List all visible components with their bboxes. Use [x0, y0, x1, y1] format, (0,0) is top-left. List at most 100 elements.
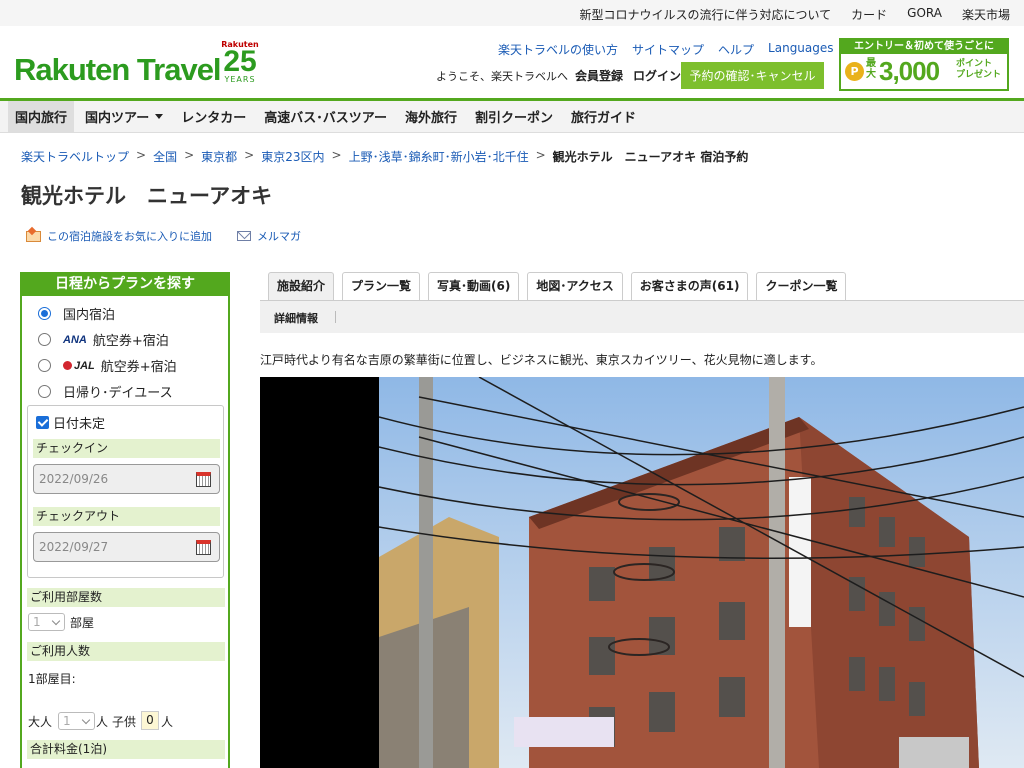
calendar-icon[interactable] — [196, 540, 211, 555]
nav-label: レンタカー — [181, 111, 247, 126]
radio-button[interactable] — [38, 359, 51, 372]
nav-highway-bus[interactable]: 高速バス･バスツアー — [257, 101, 394, 132]
promo-amount: 3,000 — [879, 56, 940, 86]
subtab-bar: 詳細情報 — [260, 301, 1024, 333]
nav-label: 割引クーポン — [475, 111, 554, 126]
gora-link[interactable]: GORA — [907, 6, 942, 23]
guests-label: ご利用人数 — [27, 642, 225, 661]
top-utility-bar: 新型コロナウイルスの流行に伴う対応について カード GORA 楽天市場 — [0, 0, 1024, 26]
help-link[interactable]: ヘルプ — [718, 41, 754, 58]
global-nav: 国内旅行 国内ツアー レンタカー 高速バス･バスツアー 海外旅行 割引クーポン … — [0, 98, 1024, 133]
breadcrumb-top[interactable]: 楽天トラベルトップ — [21, 148, 129, 165]
breadcrumb: 楽天トラベルトップ > 全国 > 東京都 > 東京23区内 > 上野･浅草･錦糸… — [21, 148, 748, 165]
hotel-photo[interactable] — [260, 377, 1024, 768]
nav-label: 国内旅行 — [15, 111, 68, 126]
plan-search-panel: 日程からプランを探す 国内宿泊 ANA 航空券+宿泊 JAL 航空券+宿泊 日帰… — [20, 272, 230, 768]
promo-unit-gift: プレゼント — [956, 70, 1002, 80]
breadcrumb-separator: > — [331, 148, 342, 162]
subtab-divider — [335, 311, 336, 323]
option-ana-flight-stay[interactable]: ANA 航空券+宿泊 — [38, 330, 169, 349]
header-links: 楽天トラベルの使い方 サイトマップ ヘルプ Languages — [498, 41, 847, 58]
point-coin-icon: P — [845, 62, 864, 81]
nav-rental-car[interactable]: レンタカー — [174, 101, 253, 132]
adult-value: 1 — [63, 714, 71, 728]
sitemap-link[interactable]: サイトマップ — [632, 41, 704, 58]
card-link[interactable]: カード — [851, 6, 887, 23]
login-link[interactable]: ログイン — [633, 67, 681, 84]
checkin-date-value: 2022/09/26 — [39, 472, 109, 486]
adult-select[interactable]: 1 — [58, 712, 95, 730]
nav-overseas-travel[interactable]: 海外旅行 — [398, 101, 464, 132]
tab-plan-list[interactable]: プラン一覧 — [342, 272, 421, 300]
radio-button[interactable] — [38, 307, 51, 320]
nav-domestic-travel[interactable]: 国内旅行 — [8, 101, 75, 132]
checkout-label: チェックアウト — [33, 507, 220, 526]
subtab-details[interactable]: 詳細情報 — [274, 310, 318, 326]
nav-domestic-tour[interactable]: 国内ツアー — [78, 101, 170, 132]
option-domestic-stay[interactable]: 国内宿泊 — [38, 304, 115, 323]
covid-notice-link[interactable]: 新型コロナウイルスの流行に伴う対応について — [580, 6, 832, 23]
option-label: 日帰り･デイユース — [63, 386, 173, 401]
reservation-check-button[interactable]: 予約の確認･キャンセル — [681, 62, 824, 89]
option-day-use[interactable]: 日帰り･デイユース — [38, 382, 173, 401]
breadcrumb-national[interactable]: 全国 — [153, 148, 177, 165]
promo-banner[interactable]: エントリー＆初めて使うごとに P 最大 3,000 ポイント プレゼント — [839, 38, 1009, 91]
page-title: 観光ホテル ニューアオキ — [21, 184, 273, 208]
tab-photos-videos[interactable]: 写真･動画(6) — [428, 272, 520, 300]
tab-map-access[interactable]: 地図･アクセス — [527, 272, 623, 300]
welcome-text: ようこそ、楽天トラベルへ — [436, 70, 568, 83]
rakuten-travel-logo[interactable]: Rakuten Travel — [14, 52, 222, 88]
panel-title: 日程からプランを探す — [20, 272, 230, 296]
radio-button[interactable] — [38, 333, 51, 346]
breadcrumb-current: 観光ホテル ニューアオキ 宿泊予約 — [552, 150, 749, 164]
option-jal-flight-stay[interactable]: JAL 航空券+宿泊 — [38, 356, 177, 375]
date-selection-box: 日付未定 チェックイン 2022/09/26 チェックアウト 2022/09/2… — [27, 405, 224, 578]
breadcrumb-23-wards[interactable]: 東京23区内 — [261, 148, 324, 165]
how-to-use-link[interactable]: 楽天トラベルの使い方 — [498, 41, 618, 58]
option-label: 航空券+宿泊 — [92, 334, 169, 349]
add-favorite-label: この宿泊施設をお気に入りに追加 — [47, 230, 212, 243]
checkin-label: チェックイン — [33, 439, 220, 458]
mail-magazine-label: メルマガ — [257, 230, 301, 243]
radio-button[interactable] — [38, 385, 51, 398]
breadcrumb-separator: > — [136, 148, 147, 162]
breadcrumb-tokyo[interactable]: 東京都 — [201, 148, 237, 165]
breadcrumb-area[interactable]: 上野･浅草･錦糸町･新小岩･北千住 — [349, 148, 529, 165]
rooms-value: 1 — [33, 615, 41, 629]
promo-headline: エントリー＆初めて使うごとに — [841, 40, 1007, 54]
jal-crane-icon — [63, 361, 72, 370]
caret-down-icon — [155, 114, 164, 119]
calendar-icon[interactable] — [196, 472, 211, 487]
nav-coupon[interactable]: 割引クーポン — [468, 101, 560, 132]
rooms-unit: 部屋 — [70, 616, 95, 630]
nav-label: 海外旅行 — [405, 111, 458, 126]
breadcrumb-separator: > — [244, 148, 255, 162]
member-register-link[interactable]: 会員登録 — [575, 67, 623, 84]
date-undecided-checkbox-row[interactable]: 日付未定 — [36, 413, 105, 432]
promo-unit: ポイント プレゼント — [956, 59, 1001, 81]
option-label: 航空券+宿泊 — [100, 360, 177, 375]
checkout-date-input[interactable]: 2022/09/27 — [33, 532, 220, 562]
child-count-input[interactable]: 0 — [141, 711, 159, 730]
breadcrumb-separator: > — [184, 148, 195, 162]
checkin-date-input[interactable]: 2022/09/26 — [33, 464, 220, 494]
tab-reviews[interactable]: お客さまの声(61) — [630, 272, 749, 300]
adult-unit: 人 — [96, 715, 109, 729]
checkout-date-value: 2022/09/27 — [39, 540, 109, 554]
tab-coupons[interactable]: クーポン一覧 — [756, 272, 847, 300]
rakuten-ichiba-link[interactable]: 楽天市場 — [962, 6, 1010, 23]
option-label: 国内宿泊 — [63, 308, 116, 323]
breadcrumb-separator: > — [535, 148, 546, 162]
rooms-label: ご利用部屋数 — [27, 588, 225, 607]
tab-facility-info[interactable]: 施設紹介 — [268, 272, 335, 300]
languages-dropdown[interactable]: Languages — [768, 41, 846, 58]
nav-travel-guide[interactable]: 旅行ガイド — [564, 101, 643, 132]
child-label: 子供 — [112, 715, 137, 729]
mail-magazine-link[interactable]: メルマガ — [237, 228, 301, 244]
badge-number: 25 — [223, 45, 257, 78]
add-favorite-link[interactable]: この宿泊施設をお気に入りに追加 — [26, 228, 212, 244]
hotel-tabs: 施設紹介 プラン一覧 写真･動画(6) 地図･アクセス お客さまの声(61) ク… — [268, 272, 854, 300]
rooms-select[interactable]: 1 — [28, 613, 65, 631]
date-undecided-checkbox[interactable] — [36, 416, 49, 429]
hotel-description: 江戸時代より有名な吉原の繁華街に位置し、ビジネスに観光、東京スカイツリー、花火見… — [260, 353, 823, 367]
